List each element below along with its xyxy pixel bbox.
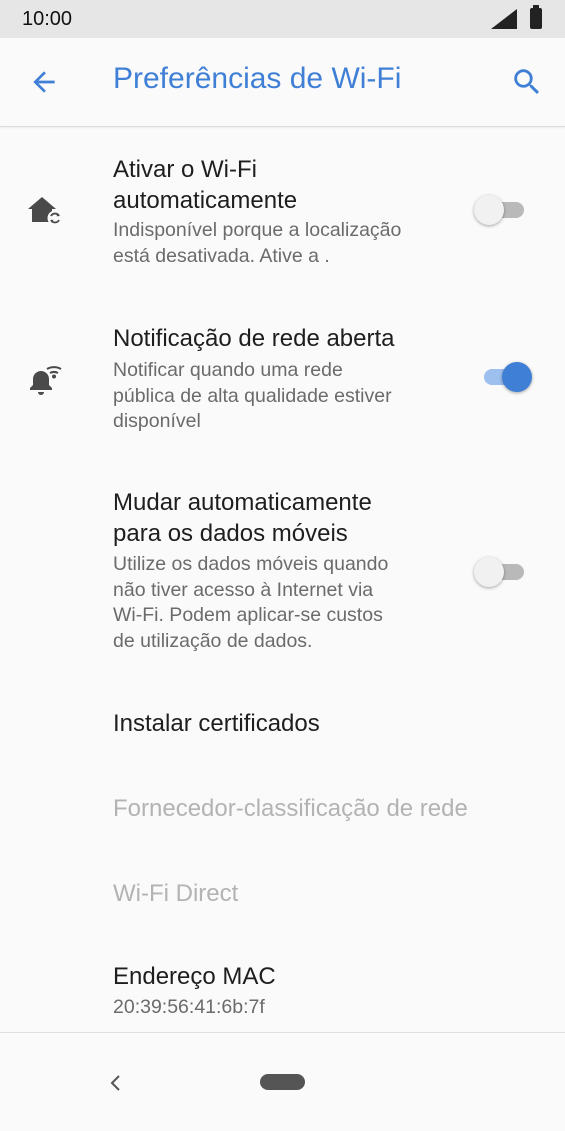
setting-title: Ativar o Wi-Fi automaticamente (113, 156, 298, 214)
status-bar: 10:00 (0, 0, 565, 38)
page-title: Preferências de Wi-Fi (113, 62, 402, 95)
setting-summary: Utilize os dados móveis quando não tiver… (113, 553, 389, 652)
setting-open-network-notification[interactable]: Notificação de rede aberta Notificar qua… (0, 318, 565, 443)
home-sync-icon (28, 197, 63, 226)
toggle-thumb (474, 195, 504, 225)
battery-icon (530, 5, 542, 29)
setting-summary: Indisponível porque a localização está d… (113, 219, 402, 267)
home-pill[interactable] (260, 1074, 305, 1090)
setting-install-certificates[interactable]: Instalar certificados (0, 690, 565, 760)
setting-network-rating-provider: Fornecedor-classificação de rede (0, 775, 565, 845)
app-bar: Preferências de Wi-Fi (0, 38, 565, 127)
signal-icon (491, 9, 517, 29)
setting-title: Instalar certificados (113, 710, 320, 737)
setting-title: Mudar automaticamente para os dados móve… (113, 489, 372, 547)
setting-title: Notificação de rede aberta (113, 325, 395, 352)
search-icon[interactable] (510, 65, 544, 99)
setting-wifi-direct: Wi-Fi Direct (0, 860, 565, 930)
toggle-switch-to-mobile-data[interactable] (474, 556, 534, 588)
setting-summary: Notificar quando uma rede pública de alt… (113, 359, 392, 432)
arrow-back-icon[interactable] (28, 66, 60, 98)
toggle-thumb (502, 362, 532, 392)
navigation-bar (0, 1032, 565, 1131)
setting-title: Fornecedor-classificação de rede (113, 795, 468, 822)
toggle-thumb (474, 557, 504, 587)
back-nav-icon[interactable] (105, 1071, 125, 1095)
setting-switch-to-mobile-data[interactable]: Mudar automaticamente para os dados móve… (0, 484, 565, 664)
setting-mac-address: Endereço MAC 20:39:56:41:6b:7f (0, 945, 565, 1030)
setting-title: Wi-Fi Direct (113, 880, 239, 907)
bell-wifi-icon (30, 366, 62, 395)
status-time: 10:00 (22, 8, 73, 30)
setting-auto-wifi[interactable]: Ativar o Wi-Fi automaticamente Indisponí… (0, 140, 565, 290)
setting-summary: 20:39:56:41:6b:7f (113, 996, 265, 1018)
toggle-open-network-notification[interactable] (474, 361, 534, 393)
toggle-auto-wifi[interactable] (474, 194, 534, 226)
setting-title: Endereço MAC (113, 963, 276, 990)
